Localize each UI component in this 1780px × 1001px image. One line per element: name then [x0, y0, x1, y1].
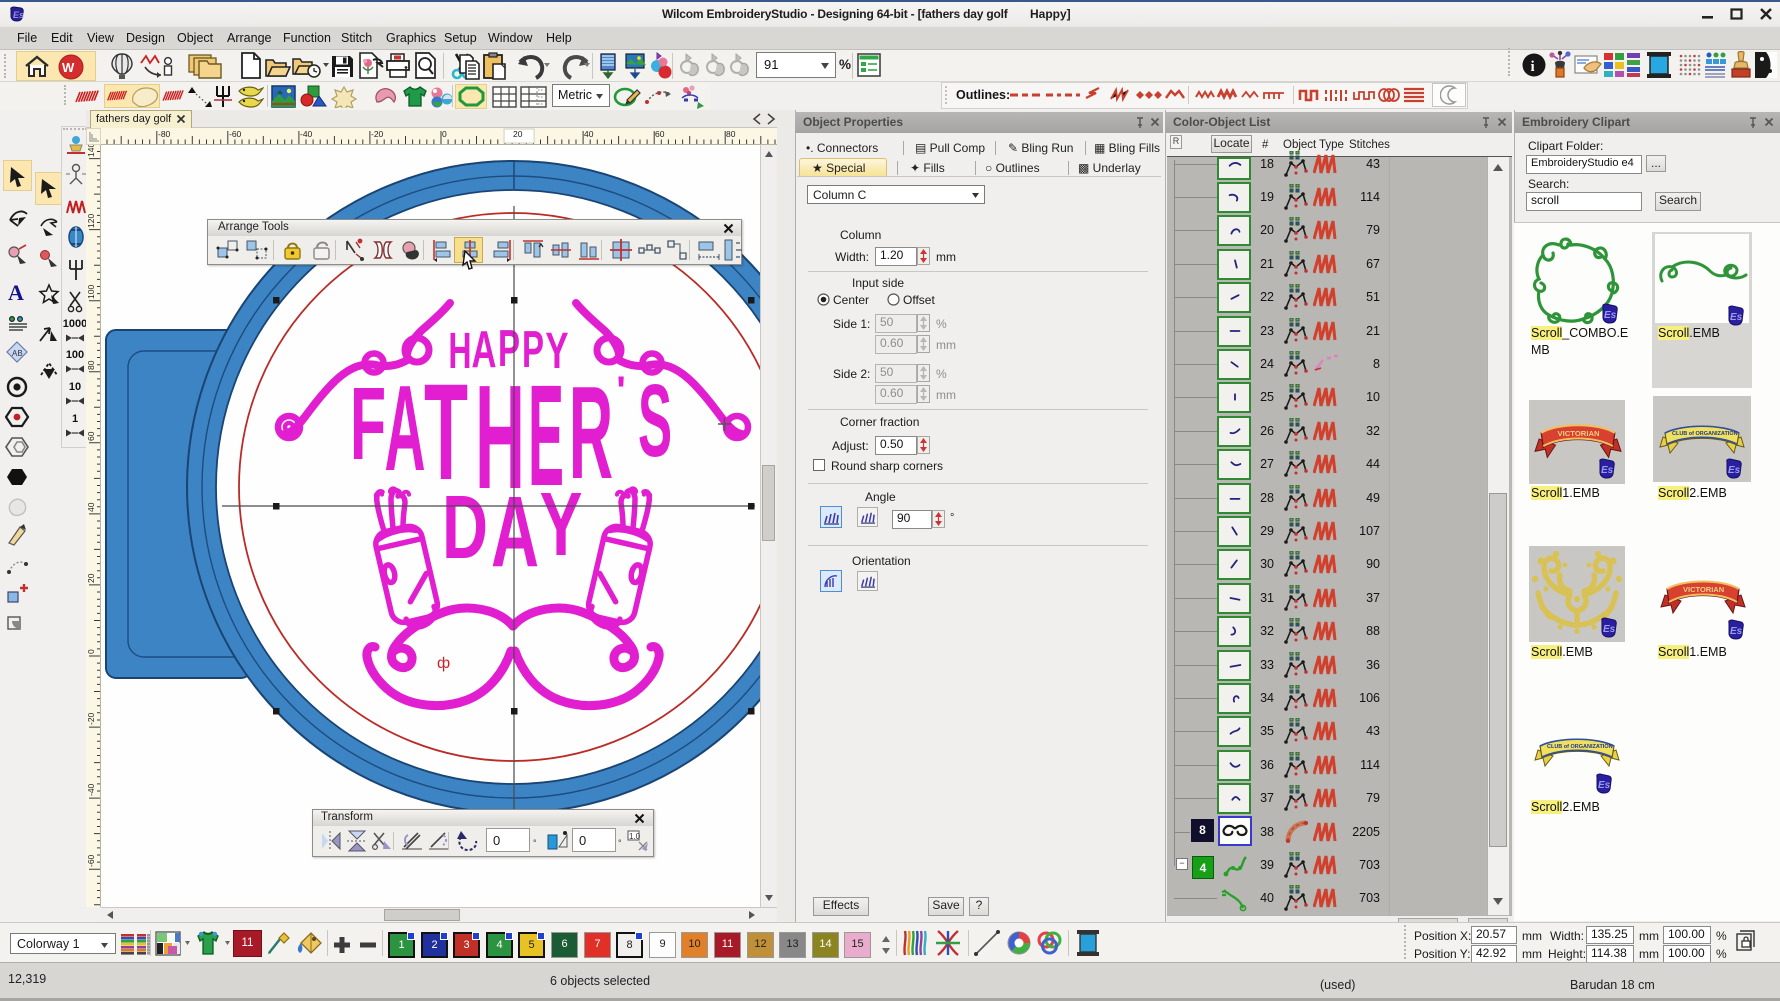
svg-text:20: 20	[86, 573, 96, 583]
svg-text:Es: Es	[1603, 624, 1616, 635]
svg-text:-80: -80	[158, 129, 171, 139]
svg-text:-60: -60	[86, 854, 96, 867]
svg-text:0: 0	[442, 129, 447, 139]
svg-text:60: 60	[86, 431, 96, 441]
svg-text:20: 20	[513, 129, 523, 139]
svg-text:CLUB of ORGANIZATION: CLUB of ORGANIZATION	[1547, 744, 1613, 750]
svg-text:CLUB of ORGANIZATION: CLUB of ORGANIZATION	[1672, 431, 1738, 437]
svg-text:F: F	[350, 366, 386, 481]
svg-text:Es: Es	[1604, 310, 1617, 321]
svg-text:ф: ф	[437, 655, 450, 672]
svg-text:140: 140	[86, 145, 96, 157]
svg-text:Es: Es	[1601, 465, 1614, 476]
svg-text:Es: Es	[1728, 465, 1741, 476]
svg-text:1.0: 1.0	[629, 832, 641, 841]
svg-text:100: 100	[86, 285, 96, 299]
svg-text:': '	[616, 368, 626, 413]
svg-text:VICTORIAN: VICTORIAN	[1558, 429, 1600, 438]
svg-text:60: 60	[655, 129, 665, 139]
svg-text:Y: Y	[540, 473, 583, 574]
svg-text:-40: -40	[86, 783, 96, 796]
svg-text:Es: Es	[1730, 312, 1743, 323]
svg-text:W: W	[62, 60, 75, 75]
svg-text:Es: Es	[13, 10, 24, 20]
svg-text:40: 40	[584, 129, 594, 139]
svg-text:Es: Es	[1598, 780, 1611, 791]
svg-text:80: 80	[86, 360, 96, 370]
svg-text:VICTORIAN: VICTORIAN	[1683, 585, 1724, 594]
svg-text:-40: -40	[300, 129, 313, 139]
svg-text:40: 40	[86, 502, 96, 512]
svg-text:0: 0	[86, 649, 96, 654]
svg-text:A: A	[8, 280, 24, 304]
svg-text:AB: AB	[12, 349, 23, 358]
svg-text:80: 80	[726, 129, 736, 139]
svg-text:Es: Es	[1730, 626, 1743, 637]
svg-text:A: A	[491, 475, 539, 587]
svg-text:S: S	[638, 364, 672, 479]
svg-text:i: i	[1531, 59, 1535, 75]
svg-text:A: A	[384, 361, 425, 497]
svg-text:-20: -20	[371, 129, 384, 139]
svg-text:-60: -60	[229, 129, 242, 139]
svg-text:120: 120	[86, 214, 96, 228]
svg-text:-20: -20	[86, 712, 96, 725]
svg-text:D: D	[442, 478, 488, 577]
